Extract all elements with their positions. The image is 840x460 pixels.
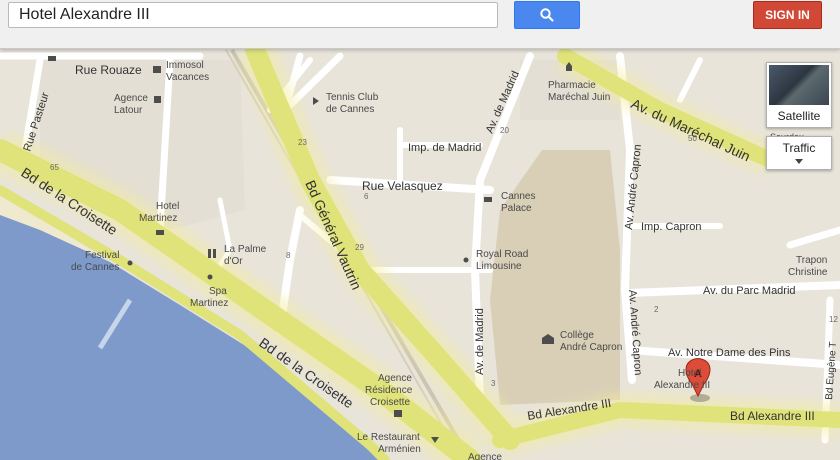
street-label-notre-dame: Av. Notre Dame des Pins [668,347,791,359]
lodging-icon [153,66,161,73]
svg-text:50: 50 [688,134,697,143]
place-dot [127,260,133,266]
street-label-imp-capron: Imp. Capron [641,221,702,233]
satellite-toggle[interactable]: Satellite [766,62,832,128]
top-bar: SIGN IN [0,0,840,49]
map-canvas[interactable]: A Rue Rouaze Rue Pasteur Bd de la Croise… [0,0,840,460]
sign-in-button[interactable]: SIGN IN [753,1,822,29]
svg-text:20: 20 [500,126,509,135]
street-label-rouaze: Rue Rouaze [75,63,142,77]
lodging-icon [156,230,164,235]
place-label-immosol: Immosol Vacances [166,60,209,83]
place-label-royal-road: Royal Road Limousine [476,249,528,272]
svg-text:3: 3 [491,379,496,388]
place-dot [207,274,213,280]
svg-text:2: 2 [654,305,659,314]
street-label-velasquez: Rue Velasquez [362,179,443,193]
svg-text:65: 65 [50,163,59,172]
shop-icon [394,410,402,417]
traffic-label: Traffic [782,141,816,155]
restaurant-icon [208,249,211,258]
svg-text:8: 8 [286,251,291,260]
search-input[interactable] [8,2,498,28]
satellite-thumbnail [769,65,829,105]
svg-text:23: 23 [298,138,307,147]
search-button[interactable] [514,1,580,29]
svg-text:29: 29 [355,243,364,252]
svg-text:6: 6 [364,192,369,201]
svg-text:12: 12 [829,315,838,324]
satellite-label: Satellite [777,109,821,123]
street-label-alexandre-east: Bd Alexandre III [730,409,815,423]
restaurant-icon [213,249,216,258]
chevron-down-icon [795,159,803,164]
lodging-icon [484,197,492,202]
traffic-toggle[interactable]: Traffic [766,136,832,170]
search-icon [540,8,554,22]
street-label-madrid-lower: Av. de Madrid [474,308,486,375]
street-label-imp-madrid: Imp. de Madrid [408,142,481,154]
street-label-parc-madrid: Av. du Parc Madrid [703,285,796,297]
place-dot [463,257,469,263]
place-label-tennis: Tennis Club de Cannes [326,92,379,115]
place-label-cannes-palace: Cannes Palace [501,191,535,214]
shop-icon [154,96,161,103]
place-label-agence-bottom: Agence [468,452,502,460]
lodging-icon [48,56,56,61]
